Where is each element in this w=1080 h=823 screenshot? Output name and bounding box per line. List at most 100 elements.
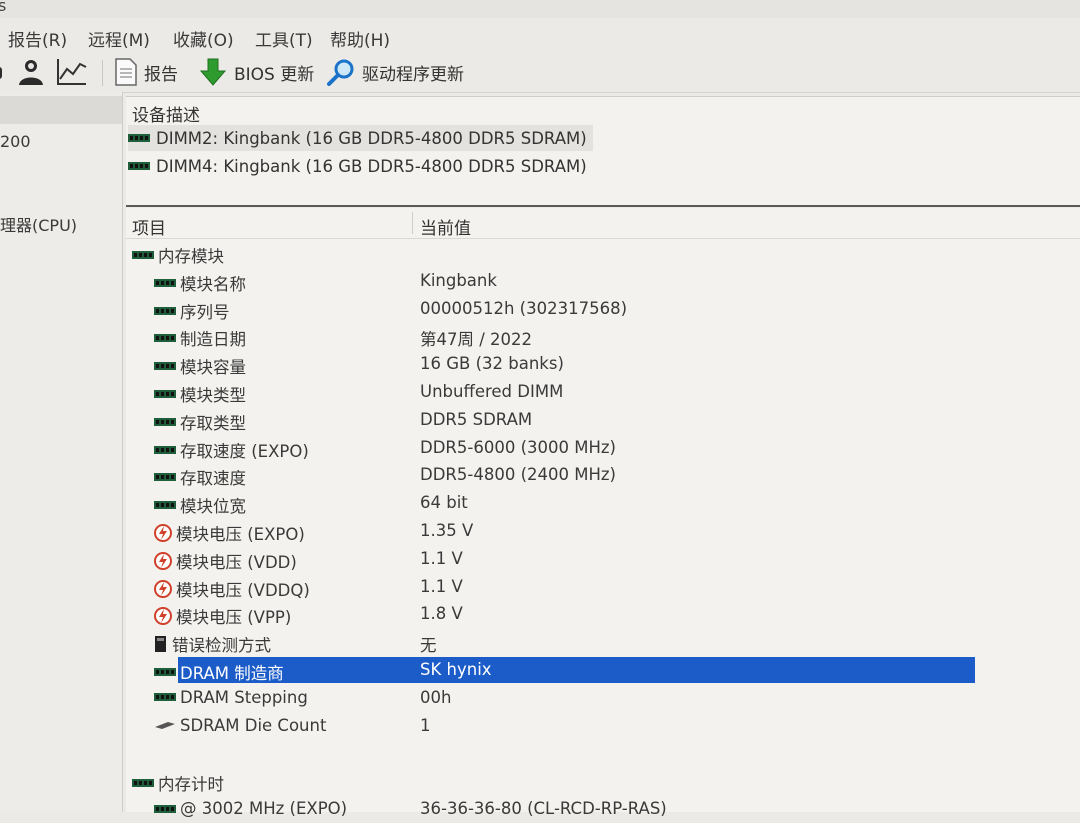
- menu-report[interactable]: 报告(R): [8, 26, 67, 51]
- property-name-cell: 存取类型: [154, 410, 246, 434]
- property-name-cell: 模块电压 (EXPO): [154, 521, 305, 545]
- property-row[interactable]: 模块位宽 64 bit: [126, 490, 1080, 517]
- left-nav-item[interactable]: 200: [0, 132, 31, 151]
- column-divider[interactable]: [412, 212, 413, 234]
- property-row[interactable]: 模块电压 (VPP) 1.8 V: [126, 601, 1080, 628]
- property-value: 1.8 V: [420, 604, 463, 624]
- report-button[interactable]: 报告: [114, 56, 178, 88]
- property-value: 00h: [420, 687, 452, 707]
- property-name: 序列号: [180, 302, 230, 322]
- property-name-cell: 制造日期: [154, 326, 246, 350]
- property-name: 错误检测方式: [172, 636, 271, 656]
- left-nav-item-cpu[interactable]: 理器(CPU): [0, 212, 77, 236]
- property-row[interactable]: 模块容量 16 GB (32 banks): [126, 351, 1080, 378]
- device-description-pane: 设备描述 DIMM2: Kingbank (16 GB DDR5-4800 DD…: [126, 96, 1080, 207]
- left-nav-selected-row[interactable]: [0, 96, 122, 124]
- property-name-cell: 错误检测方式: [154, 632, 271, 656]
- property-value: 无: [420, 636, 437, 656]
- partial-icon: [0, 67, 2, 79]
- property-value: 1.1 V: [420, 548, 463, 568]
- property-row[interactable]: 存取速度 (EXPO) DDR5-6000 (3000 MHz): [126, 435, 1080, 462]
- group-memory-module[interactable]: 内存模块: [126, 240, 1080, 267]
- property-value: Unbuffered DIMM: [420, 382, 564, 401]
- book-icon: [154, 635, 168, 653]
- property-name-cell: @ 3002 MHz (EXPO): [154, 799, 347, 818]
- property-row[interactable]: 序列号 00000512h (302317568): [126, 296, 1080, 323]
- property-value: 第47周 / 2022: [420, 330, 533, 350]
- property-value: 64 bit: [420, 493, 468, 513]
- menu-help[interactable]: 帮助(H): [330, 26, 390, 51]
- ram-icon: [154, 499, 176, 511]
- property-name-cell: 模块容量: [154, 354, 246, 378]
- property-name: 存取类型: [180, 413, 246, 433]
- property-name-cell: DRAM 制造商: [154, 660, 284, 684]
- voltage-icon: [154, 524, 172, 542]
- property-value: 1.1 V: [420, 576, 463, 596]
- property-name: 模块容量: [180, 358, 246, 378]
- ram-icon: [154, 666, 176, 678]
- property-row[interactable]: SDRAM Die Count 1: [126, 713, 1080, 740]
- property-name: 模块电压 (VDDQ): [176, 580, 310, 600]
- property-column-header: 项目 当前值: [126, 208, 1080, 239]
- device-row-dimm2[interactable]: DIMM2: Kingbank (16 GB DDR5-4800 DDR5 SD…: [128, 125, 593, 151]
- property-row[interactable]: 模块类型 Unbuffered DIMM: [126, 379, 1080, 406]
- menu-favorites[interactable]: 收藏(O): [173, 26, 234, 51]
- window-title-fragment: s: [0, 0, 7, 15]
- property-row[interactable]: 模块电压 (VDD) 1.1 V: [126, 546, 1080, 573]
- driver-update-label: 驱动程序更新: [362, 64, 464, 85]
- ram-icon: [154, 360, 176, 372]
- download-arrow-icon: [199, 58, 227, 86]
- toolbar: 报告 BIOS 更新 驱动程序更新: [0, 52, 1080, 93]
- ram-icon: [128, 134, 150, 142]
- magnifier-icon: [327, 59, 354, 86]
- bios-update-button[interactable]: BIOS 更新: [198, 56, 314, 88]
- column-header-value[interactable]: 当前值: [420, 214, 471, 239]
- property-row[interactable]: 模块名称 Kingbank: [126, 268, 1080, 295]
- timing-row[interactable]: @ 3002 MHz (EXPO) 36-36-36-80 (CL-RCD-RP-…: [126, 796, 1080, 823]
- property-name: 模块类型: [180, 386, 246, 405]
- device-row-dimm4[interactable]: DIMM4: Kingbank (16 GB DDR5-4800 DDR5 SD…: [128, 153, 593, 179]
- pane-splitter[interactable]: [126, 205, 1080, 207]
- property-name: 模块电压 (VPP): [176, 608, 292, 628]
- property-value: Kingbank: [420, 270, 497, 290]
- property-name-cell: 模块类型: [154, 382, 246, 406]
- partial-toolbar-icon-button[interactable]: [0, 56, 6, 88]
- property-name: SDRAM Die Count: [180, 715, 327, 735]
- users-button[interactable]: [16, 56, 46, 88]
- voltage-icon: [154, 607, 172, 626]
- column-header-item[interactable]: 项目: [132, 214, 166, 239]
- property-name-cell: 序列号: [154, 299, 230, 323]
- ram-icon: [132, 249, 154, 261]
- line-chart-icon: [57, 59, 87, 85]
- toolbar-separator: [102, 60, 103, 86]
- property-name: 模块名称: [180, 274, 246, 294]
- property-name-cell: SDRAM Die Count: [154, 716, 326, 735]
- property-row[interactable]: 存取类型 DDR5 SDRAM: [126, 407, 1080, 434]
- property-row[interactable]: DRAM 制造商 SK hynix: [126, 657, 1080, 684]
- property-name-cell: 存取速度: [154, 465, 246, 489]
- property-row[interactable]: DRAM Stepping 00h: [126, 685, 1080, 712]
- property-row[interactable]: 模块电压 (VDDQ) 1.1 V: [126, 574, 1080, 601]
- menu-tools[interactable]: 工具(T): [255, 26, 313, 51]
- property-row[interactable]: 存取速度 DDR5-4800 (2400 MHz): [126, 462, 1080, 489]
- property-row[interactable]: 制造日期 第47周 / 2022: [126, 323, 1080, 350]
- driver-update-button[interactable]: 驱动程序更新: [326, 56, 464, 88]
- property-name-cell: 模块位宽: [154, 493, 246, 517]
- ram-icon: [154, 803, 176, 815]
- ram-icon: [154, 277, 176, 289]
- die-icon: [154, 720, 176, 730]
- property-row[interactable]: 错误检测方式 无: [126, 629, 1080, 656]
- device-label: DIMM4: Kingbank (16 GB DDR5-4800 DDR5 SD…: [156, 156, 587, 176]
- property-name-cell: 模块名称: [154, 271, 246, 295]
- benchmark-button[interactable]: [56, 56, 88, 88]
- property-row[interactable]: 模块电压 (EXPO) 1.35 V: [126, 518, 1080, 545]
- menu-remote[interactable]: 远程(M): [88, 26, 150, 51]
- property-value: 1: [420, 715, 431, 735]
- ram-icon: [128, 162, 150, 170]
- property-value: 00000512h (302317568): [420, 298, 628, 318]
- property-value: 1.35 V: [420, 521, 474, 540]
- group-memory-timing[interactable]: 内存计时: [126, 768, 1080, 795]
- property-name-cell: 存取速度 (EXPO): [154, 438, 309, 462]
- left-nav-pane: 200 理器(CPU): [0, 92, 123, 812]
- device-label: DIMM2: Kingbank (16 GB DDR5-4800 DDR5 SD…: [156, 128, 587, 148]
